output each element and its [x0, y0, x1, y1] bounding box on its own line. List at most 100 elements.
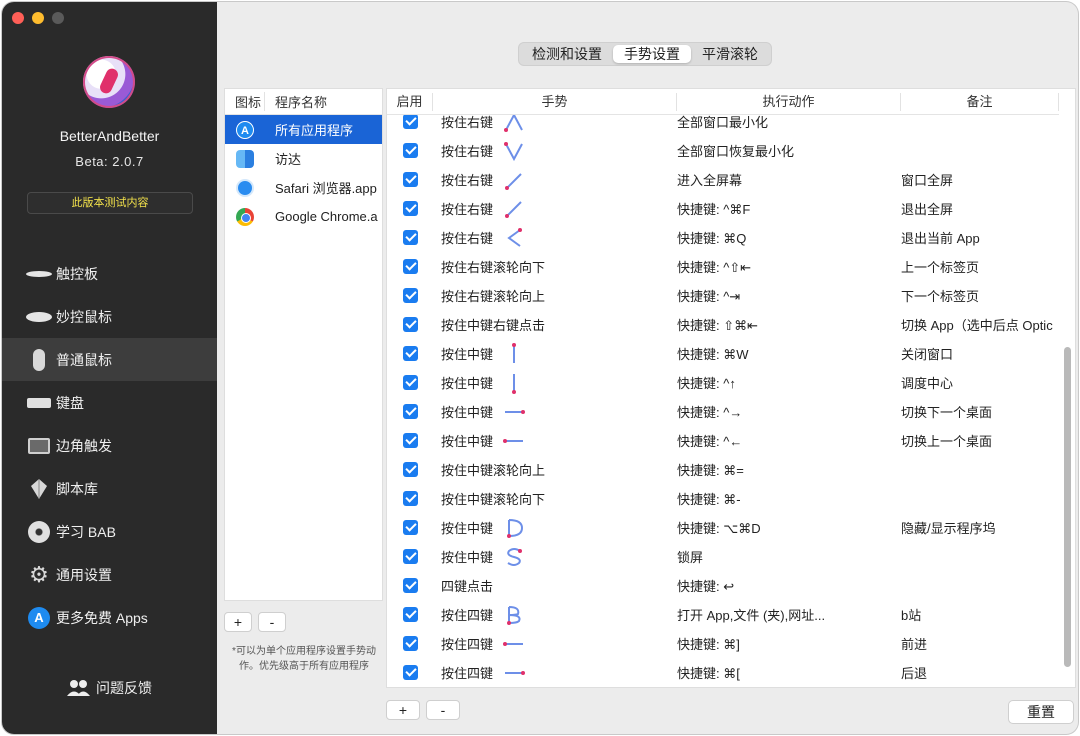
enabled-checkbox[interactable]: [402, 172, 418, 187]
column-header-icon[interactable]: 图标: [225, 92, 265, 111]
gesture-row[interactable]: 按住右键 快捷键: ⌘Q 退出当前 App: [387, 223, 1062, 252]
gesture-row[interactable]: 按住四键 快捷键: ⌘] 前进: [387, 629, 1062, 658]
remark-cell[interactable]: 后退: [901, 663, 1059, 682]
remark-cell[interactable]: 关闭窗口: [901, 344, 1059, 363]
add-app-button[interactable]: +: [224, 612, 252, 632]
sidebar-item-trackpad[interactable]: 触控板: [2, 252, 217, 295]
gesture-row[interactable]: 按住中键滚轮向上 快捷键: ⌘=: [387, 455, 1062, 484]
action-cell[interactable]: 快捷键: ^⇥: [677, 286, 901, 305]
remark-cell[interactable]: 前进: [901, 634, 1059, 653]
enabled-checkbox[interactable]: [402, 520, 418, 535]
sidebar-item-general-settings[interactable]: ⚙ 通用设置: [2, 553, 217, 596]
enabled-checkbox[interactable]: [402, 578, 418, 593]
close-window-button[interactable]: [12, 12, 24, 24]
enabled-checkbox[interactable]: [402, 462, 418, 477]
gesture-row[interactable]: 四键点击 快捷键: ↩: [387, 571, 1062, 600]
gesture-row[interactable]: 按住中键 快捷键: ^→ 切换下一个桌面: [387, 397, 1062, 426]
action-cell[interactable]: 打开 App,文件 (夹),网址...: [677, 605, 901, 624]
gesture-row[interactable]: 按住右键滚轮向上 快捷键: ^⇥ 下一个标签页: [387, 281, 1062, 310]
enabled-checkbox[interactable]: [402, 433, 418, 448]
enabled-checkbox[interactable]: [402, 201, 418, 216]
gesture-row[interactable]: 按住四键 打开 App,文件 (夹),网址... b站: [387, 600, 1062, 629]
minimize-window-button[interactable]: [32, 12, 44, 24]
remark-cell[interactable]: b站: [901, 605, 1059, 624]
remove-gesture-button[interactable]: -: [426, 700, 460, 720]
gesture-row[interactable]: 按住中键 快捷键: ⌥⌘D 隐藏/显示程序坞: [387, 513, 1062, 542]
gesture-row[interactable]: 按住中键 快捷键: ^↑ 调度中心: [387, 368, 1062, 397]
sidebar-item-learn[interactable]: 学习 BAB: [2, 510, 217, 553]
action-cell[interactable]: 快捷键: ⌘W: [677, 344, 901, 363]
remark-cell[interactable]: 退出全屏: [901, 199, 1059, 218]
action-cell[interactable]: 进入全屏幕: [677, 170, 901, 189]
action-cell[interactable]: 快捷键: ⌘[: [677, 663, 901, 682]
enabled-checkbox[interactable]: [402, 346, 418, 361]
enabled-checkbox[interactable]: [402, 259, 418, 274]
enabled-checkbox[interactable]: [402, 230, 418, 245]
column-header-action[interactable]: 执行动作: [677, 92, 901, 111]
action-cell[interactable]: 全部窗口恢复最小化: [677, 141, 901, 160]
gesture-row[interactable]: 按住中键 快捷键: ^← 切换上一个桌面: [387, 426, 1062, 455]
action-cell[interactable]: 锁屏: [677, 547, 901, 566]
gesture-row[interactable]: 按住右键 快捷键: ^⌘F 退出全屏: [387, 194, 1062, 223]
action-cell[interactable]: 快捷键: ⌘-: [677, 489, 901, 508]
remark-cell[interactable]: 上一个标签页: [901, 257, 1059, 276]
app-row-safari[interactable]: Safari 浏览器.app: [225, 173, 382, 202]
reset-button[interactable]: 重置: [1008, 700, 1074, 724]
enabled-checkbox[interactable]: [402, 288, 418, 303]
remark-cell[interactable]: 隐藏/显示程序坞: [901, 518, 1059, 537]
action-cell[interactable]: 快捷键: ⌘Q: [677, 228, 901, 247]
zoom-window-button[interactable]: [52, 12, 64, 24]
app-row-finder[interactable]: 访达: [225, 144, 382, 173]
enabled-checkbox[interactable]: [402, 665, 418, 680]
action-cell[interactable]: 快捷键: ⇧⌘⇤: [677, 315, 901, 334]
table-scrollbar[interactable]: [1064, 347, 1071, 667]
app-row-chrome[interactable]: Google Chrome.a: [225, 202, 382, 231]
gesture-row[interactable]: 按住右键滚轮向下 快捷键: ^⇧⇤ 上一个标签页: [387, 252, 1062, 281]
app-row-all[interactable]: A 所有应用程序: [225, 115, 382, 144]
remark-cell[interactable]: 调度中心: [901, 373, 1059, 392]
gesture-row[interactable]: 按住右键 进入全屏幕 窗口全屏: [387, 165, 1062, 194]
enabled-checkbox[interactable]: [402, 549, 418, 564]
enabled-checkbox[interactable]: [402, 317, 418, 332]
sidebar-item-more-apps[interactable]: A 更多免费 Apps: [2, 596, 217, 639]
column-header-gesture[interactable]: 手势: [433, 92, 677, 111]
action-cell[interactable]: 快捷键: ^←: [677, 431, 901, 450]
sidebar-item-keyboard[interactable]: 键盘: [2, 381, 217, 424]
tab-smooth-scroll[interactable]: 平滑滚轮: [691, 45, 769, 63]
enabled-checkbox[interactable]: [402, 636, 418, 651]
tab-detect-settings[interactable]: 检测和设置: [521, 45, 613, 63]
remark-cell[interactable]: 切换 App（选中后点 Optic: [901, 315, 1059, 334]
gesture-row[interactable]: 按住中键 快捷键: ⌘W 关闭窗口: [387, 339, 1062, 368]
gesture-row[interactable]: 按住四键 快捷键: ⌘[后退: [387, 658, 1062, 687]
sidebar-item-hot-corner[interactable]: 边角触发: [2, 424, 217, 467]
feedback-button[interactable]: 问题反馈: [66, 678, 152, 698]
action-cell[interactable]: 快捷键: ^⇧⇤: [677, 257, 901, 276]
column-header-remark[interactable]: 备注: [901, 92, 1059, 111]
action-cell[interactable]: 快捷键: ^→: [677, 402, 901, 421]
action-cell[interactable]: 快捷键: ^⌘F: [677, 199, 901, 218]
action-cell[interactable]: 快捷键: ⌘=: [677, 460, 901, 479]
sidebar-item-magic-mouse[interactable]: 妙控鼠标: [2, 295, 217, 338]
action-cell[interactable]: 快捷键: ⌥⌘D: [677, 518, 901, 537]
add-gesture-button[interactable]: +: [386, 700, 420, 720]
sidebar-item-scripts[interactable]: 脚本库: [2, 467, 217, 510]
remark-cell[interactable]: 退出当前 App: [901, 228, 1059, 247]
gesture-row[interactable]: 按住中键滚轮向下 快捷键: ⌘-: [387, 484, 1062, 513]
sidebar-item-mouse[interactable]: 普通鼠标: [2, 338, 217, 381]
gesture-row[interactable]: 按住中键右键点击 快捷键: ⇧⌘⇤ 切换 App（选中后点 Optic: [387, 310, 1062, 339]
remark-cell[interactable]: 切换上一个桌面: [901, 431, 1059, 450]
remark-cell[interactable]: 切换下一个桌面: [901, 402, 1059, 421]
enabled-checkbox[interactable]: [402, 404, 418, 419]
enabled-checkbox[interactable]: [402, 114, 418, 129]
gesture-row[interactable]: 按住中键 锁屏: [387, 542, 1062, 571]
action-cell[interactable]: 快捷键: ^↑: [677, 373, 901, 392]
remove-app-button[interactable]: -: [258, 612, 286, 632]
tab-gesture-settings[interactable]: 手势设置: [613, 45, 691, 63]
enabled-checkbox[interactable]: [402, 607, 418, 622]
action-cell[interactable]: 快捷键: ⌘]: [677, 634, 901, 653]
remark-cell[interactable]: 下一个标签页: [901, 286, 1059, 305]
column-header-enabled[interactable]: 启用: [387, 92, 433, 111]
action-cell[interactable]: 快捷键: ↩: [677, 576, 901, 595]
enabled-checkbox[interactable]: [402, 375, 418, 390]
test-content-button[interactable]: 此版本测试内容: [27, 192, 193, 214]
